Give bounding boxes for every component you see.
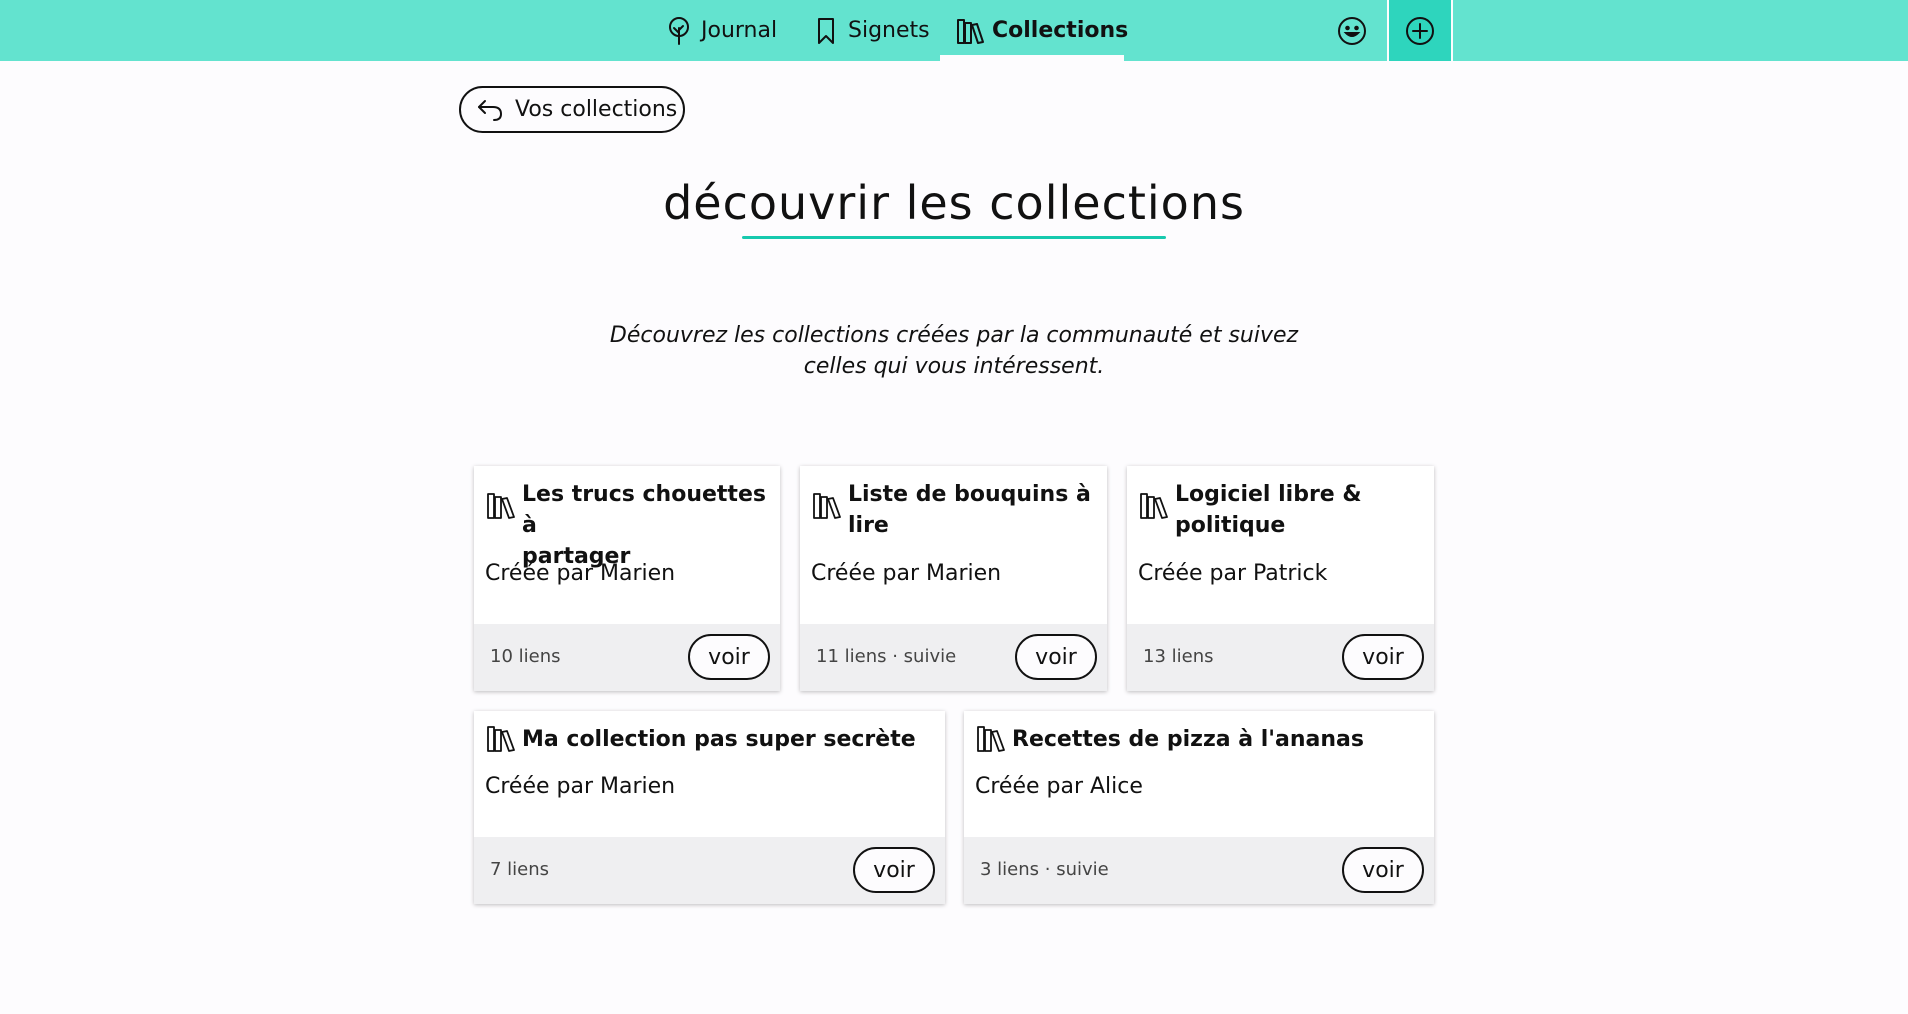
card-header: Les trucs chouettes à partager — [486, 479, 770, 572]
collection-card: Liste de bouquins à lire Créée par Marie… — [800, 466, 1107, 691]
nav-item-journal[interactable]: Journal — [664, 0, 777, 61]
nav-item-collections[interactable]: Collections — [955, 0, 1128, 61]
card-link-count: 11 liens · suivie — [816, 646, 957, 667]
nav-item-label: Signets — [848, 18, 930, 43]
card-title-line: Liste de bouquins à — [848, 482, 1091, 507]
card-title-line: Logiciel libre & — [1175, 482, 1362, 507]
card-link-count: 3 liens · suivie — [980, 859, 1109, 880]
voir-button[interactable]: voir — [688, 634, 770, 680]
card-author: Créée par Marien — [485, 774, 676, 799]
books-icon — [977, 726, 1005, 752]
card-header: Recettes de pizza à l'ananas — [976, 724, 1424, 755]
books-icon — [487, 493, 515, 519]
back-button-label: Vos collections — [515, 97, 678, 122]
voir-button[interactable]: voir — [1342, 847, 1424, 893]
card-footer: 3 liens · suivie voir — [964, 837, 1434, 904]
active-tab-indicator — [940, 55, 1124, 61]
tree-icon — [669, 16, 689, 45]
back-to-collections-button[interactable]: Vos collections — [459, 86, 685, 133]
collection-card: Logiciel libre & politique Créée par Pat… — [1127, 466, 1434, 691]
books-icon — [813, 493, 841, 519]
page-title: découvrir les collections — [663, 176, 1245, 230]
card-title[interactable]: Liste de bouquins à lire — [848, 479, 1091, 541]
smiley-icon — [1338, 16, 1366, 45]
return-arrow-icon — [478, 99, 502, 121]
card-footer: 10 liens voir — [474, 624, 780, 691]
title-underline — [742, 236, 1166, 239]
card-title-line: politique — [1175, 513, 1286, 538]
card-footer: 13 liens voir — [1127, 624, 1434, 691]
nav-item-label: Journal — [701, 18, 778, 43]
nav-item-signets[interactable]: Signets — [811, 0, 930, 61]
collection-card: Ma collection pas super secrète Créée pa… — [474, 711, 945, 904]
card-title-line: Les trucs chouettes à — [522, 482, 766, 538]
voir-button[interactable]: voir — [1015, 634, 1097, 680]
account-button[interactable] — [1334, 0, 1370, 61]
top-navigation-bar: Journal Signets Collections — [0, 0, 1908, 61]
card-footer: 11 liens · suivie voir — [800, 624, 1107, 691]
intro-line: Découvrez les collections créées par la … — [609, 323, 1299, 348]
voir-button[interactable]: voir — [1342, 634, 1424, 680]
collection-card: Recettes de pizza à l'ananas Créée par A… — [964, 711, 1434, 904]
card-title[interactable]: Recettes de pizza à l'ananas — [1012, 724, 1364, 755]
card-title[interactable]: Logiciel libre & politique — [1175, 479, 1362, 541]
card-header: Liste de bouquins à lire — [812, 479, 1097, 541]
card-footer: 7 liens voir — [474, 837, 945, 904]
intro-text: Découvrez les collections créées par la … — [554, 320, 1354, 382]
card-author: Créée par Alice — [975, 774, 1143, 799]
collection-card: Les trucs chouettes à partager Créée par… — [474, 466, 780, 691]
card-author: Créée par Marien — [811, 561, 1002, 586]
voir-button[interactable]: voir — [853, 847, 935, 893]
books-icon — [487, 726, 515, 752]
card-author: Créée par Marien — [485, 561, 676, 586]
card-header: Ma collection pas super secrète — [486, 724, 935, 755]
books-icon — [957, 18, 984, 44]
card-author: Créée par Patrick — [1138, 561, 1328, 586]
plus-circle-icon — [1406, 16, 1434, 45]
card-title[interactable]: Les trucs chouettes à partager — [522, 479, 770, 572]
card-title-line: lire — [848, 513, 889, 538]
card-link-count: 10 liens — [490, 646, 561, 667]
add-button[interactable] — [1387, 0, 1453, 61]
nav-item-label: Collections — [992, 18, 1129, 43]
books-icon — [1140, 493, 1168, 519]
card-header: Logiciel libre & politique — [1139, 479, 1424, 541]
card-link-count: 13 liens — [1143, 646, 1214, 667]
bookmark-icon — [818, 17, 834, 44]
card-link-count: 7 liens — [490, 859, 550, 880]
intro-line: celles qui vous intéressent. — [803, 354, 1105, 379]
card-title[interactable]: Ma collection pas super secrète — [522, 724, 916, 755]
